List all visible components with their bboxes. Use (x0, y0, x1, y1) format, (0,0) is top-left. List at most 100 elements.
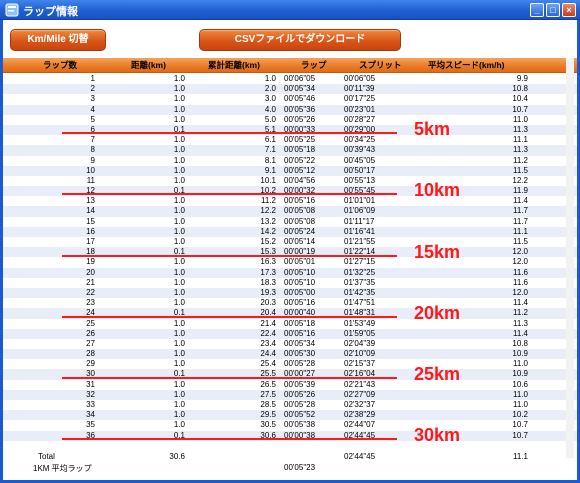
cumulative-distance: 28.5 (260, 400, 276, 409)
distance-marker-line (62, 132, 397, 135)
average-speed: 10.7 (512, 104, 528, 114)
distance-marker-line (62, 377, 397, 379)
split-time: 00'11"39 (344, 84, 375, 94)
total-label: Total (38, 452, 55, 461)
split-time: 02'21"43 (344, 379, 376, 389)
cumulative-distance: 1.0 (264, 74, 276, 83)
table-row: 17 1.0 15.2 00'05"14 01'21"55 11.5 (3, 237, 577, 248)
distance-marker-line (62, 438, 397, 441)
cumulative-distance: 22.4 (260, 328, 276, 338)
split-time: 00'39"43 (344, 145, 376, 155)
total-speed: 11.1 (513, 452, 528, 461)
split-time: 02'04"39 (344, 338, 376, 348)
lap-distance: 1.0 (173, 206, 185, 216)
split-time: 00'50"17 (344, 165, 376, 175)
cumulative-distance: 19.3 (260, 287, 276, 297)
total-distance: 30.6 (169, 452, 185, 461)
minimize-icon[interactable]: _ (530, 3, 544, 17)
lap-table-body: 1 1.0 1.0 00'06"05 00'06"05 9.9 2 1.0 2.0 00'05"3… (3, 74, 577, 441)
cumulative-distance: 11.2 (261, 196, 276, 206)
split-time: 01'42"35 (344, 287, 376, 297)
lap-time: 00'05"00 (284, 287, 316, 297)
lap-time: 00'05"46 (284, 94, 316, 104)
lap-time: 00'05"36 (284, 104, 316, 114)
table-row: 23 1.0 20.3 00'05"16 01'47"51 11.4 (3, 298, 577, 309)
split-time: 02'44"07 (344, 420, 376, 430)
average-speed: 10.6 (512, 379, 528, 389)
lap-distance: 1.0 (173, 298, 185, 308)
lap-time: 00'05"30 (284, 349, 316, 359)
average-speed: 10.8 (512, 84, 528, 94)
cumulative-distance: 6.1 (264, 135, 276, 145)
average-speed: 11.7 (513, 206, 528, 216)
table-row: 35 1.0 30.5 00'05"38 02'44"07 10.7 (3, 420, 577, 431)
lap-distance: 1.0 (173, 410, 185, 420)
table-row: 13 1.0 11.2 00'05"16 01'01"01 11.4 (3, 196, 577, 207)
average-speed: 12.0 (512, 287, 528, 297)
lap-number: 33 (86, 400, 95, 409)
lap-time: 00'05"24 (284, 226, 316, 236)
lap-time: 00'05"18 (284, 145, 316, 155)
table-row: 29 1.0 25.4 00'05"28 02'15"37 11.0 (3, 359, 577, 370)
lap-number: 23 (86, 298, 95, 308)
lap-number: 5 (90, 114, 95, 124)
title-bar: ラップ情報 _ □ × (0, 0, 580, 20)
cumulative-distance: 27.5 (260, 389, 276, 399)
app-icon (5, 3, 19, 17)
lap-time: 00'05"08 (284, 216, 316, 226)
average-speed: 11.4 (513, 328, 528, 338)
header-split: スプリット (359, 60, 402, 70)
cumulative-distance: 21.4 (260, 318, 276, 328)
vertical-scrollbar[interactable] (566, 58, 574, 458)
lap-time: 00'04"56 (284, 175, 316, 185)
header-avg-speed: 平均スピード(km/h) (428, 60, 505, 70)
cumulative-distance: 25.4 (260, 359, 276, 369)
table-row: 2 1.0 2.0 00'05"34 00'11"39 10.8 (3, 84, 577, 95)
split-time: 01'32"25 (344, 267, 376, 277)
cumulative-distance: 14.2 (260, 226, 276, 236)
lap-number: 20 (86, 267, 95, 277)
lap-time: 00'05"08 (284, 206, 316, 216)
header-cumulative-distance: 累計距離(km) (208, 60, 260, 70)
lap-distance: 1.0 (173, 94, 185, 104)
csv-download-button[interactable]: CSVファイルでダウンロード (199, 29, 401, 51)
average-speed: 11.1 (513, 135, 528, 145)
lap-time: 00'05"38 (284, 420, 316, 430)
table-row: 9 1.0 8.1 00'05"22 00'45"05 11.2 (3, 155, 577, 166)
split-time: 02'10"09 (344, 349, 376, 359)
lap-number: 15 (86, 216, 95, 226)
table-row: 4 1.0 4.0 00'05"36 00'23"01 10.7 (3, 104, 577, 115)
cumulative-distance: 24.4 (260, 349, 276, 359)
close-icon[interactable]: × (562, 3, 576, 17)
table-row: 5 1.0 5.0 00'05"26 00'28"27 11.0 (3, 114, 577, 125)
lap-distance: 1.0 (173, 84, 185, 94)
split-time: 01'53"49 (344, 318, 376, 328)
lap-time: 00'05"18 (284, 318, 316, 328)
split-time: 01'01"01 (344, 196, 376, 206)
lap-number: 4 (90, 104, 95, 114)
lap-number: 32 (86, 389, 95, 399)
lap-number: 21 (86, 277, 95, 287)
table-row: 21 1.0 18.3 00'05"10 01'37"35 11.6 (3, 277, 577, 288)
average-speed: 11.7 (513, 216, 528, 226)
lap-distance: 1.0 (173, 216, 185, 226)
cumulative-distance: 30.5 (260, 420, 276, 430)
average-speed: 11.0 (513, 359, 528, 369)
lap-distance: 1.0 (173, 277, 185, 287)
table-row: 34 1.0 29.5 00'05"52 02'38"29 10.2 (3, 410, 577, 421)
lap-distance: 1.0 (173, 349, 185, 359)
header-distance: 距離(km) (131, 60, 166, 70)
table-row: 33 1.0 28.5 00'05"28 02'32"37 11.0 (3, 400, 577, 411)
unit-toggle-button[interactable]: Km/Mile 切替 (10, 29, 106, 51)
lap-number: 7 (90, 135, 95, 145)
average-lap-row: 1KM 平均ラップ 00'05"23 (3, 463, 577, 474)
maximize-icon[interactable]: □ (546, 3, 560, 17)
lap-time: 00'05"16 (284, 196, 316, 206)
split-time: 02'32"37 (344, 400, 376, 409)
header-lap-count: ラップ数 (43, 60, 78, 70)
cumulative-distance: 17.3 (260, 267, 276, 277)
split-time: 00'06"05 (344, 74, 376, 83)
lap-time: 00'05"10 (284, 277, 316, 287)
cumulative-distance: 2.0 (264, 84, 276, 94)
distance-marker-line (62, 193, 397, 196)
